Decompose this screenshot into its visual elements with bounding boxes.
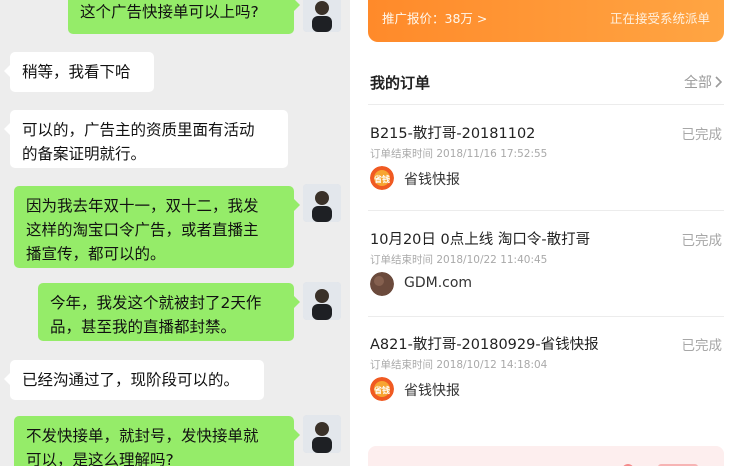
- divider-line: [368, 104, 724, 105]
- orders-header: 我的订单 全部: [368, 72, 724, 96]
- chat-panel: 这个广告快接单可以上吗? 稍等，我看下哈 可以的，广告主的资质里面有活动 的备案…: [0, 0, 350, 466]
- order-end-time: 订单结束时间 2018/10/22 11:40:45: [370, 254, 548, 266]
- message-bubble-incoming[interactable]: 可以的，广告主的资质里面有活动 的备案证明就行。: [4, 110, 288, 168]
- divider-line: [368, 316, 724, 317]
- logo-text: 省钱: [373, 385, 390, 395]
- promo-status-text: 正在接受系统派单: [609, 11, 710, 26]
- panel-divider: [350, 0, 368, 466]
- shengqian-logo-icon: 省钱: [370, 166, 394, 190]
- shop-name: 省钱快报: [404, 172, 460, 188]
- message-bubble-outgoing[interactable]: 不发快接单，就封号，发快接单就 可以，是这么理解吗?: [14, 416, 300, 466]
- orders-title: 我的订单: [370, 74, 431, 92]
- user-avatar[interactable]: [303, 0, 341, 32]
- message-bubble-incoming[interactable]: 稍等，我看下哈: [4, 52, 154, 92]
- message-bubble-outgoing[interactable]: 因为我去年双十一，双十二，我发 这样的淘宝口令广告，或者直播主 播宣传，都可以的…: [14, 186, 300, 268]
- orders-panel: 推广报价：38万 > 正在接受系统派单 我的订单 全部 B215-散打哥-201…: [368, 0, 750, 466]
- user-avatar[interactable]: [303, 282, 341, 320]
- order-status: 已完成: [681, 338, 723, 354]
- orders-all-link[interactable]: 全部: [684, 72, 722, 92]
- order-item[interactable]: 10月20日 0点上线 淘口令-散打哥 已完成 订单结束时间 2018/10/2…: [368, 228, 724, 328]
- promo-price-label[interactable]: 推广报价：38万 >: [382, 8, 487, 27]
- order-end-time: 订单结束时间 2018/10/12 14:18:04: [370, 359, 548, 371]
- order-name: B215-散打哥-20181102: [370, 126, 536, 142]
- order-name: 10月20日 0点上线 淘口令-散打哥: [370, 232, 591, 248]
- promo-card-bottom[interactable]: [368, 446, 724, 466]
- avatar-photo-icon: [303, 415, 341, 453]
- user-avatar[interactable]: [303, 415, 341, 453]
- order-item[interactable]: A821-散打哥-20180929-省钱快报 已完成 订单结束时间 2018/1…: [368, 333, 724, 433]
- user-avatar[interactable]: [303, 184, 341, 222]
- order-status: 已完成: [681, 127, 723, 143]
- logo-text: 省钱: [373, 174, 390, 184]
- order-item[interactable]: B215-散打哥-20181102 已完成 订单结束时间 2018/11/16 …: [368, 122, 724, 222]
- message-bubble-incoming[interactable]: 已经沟通过了，现阶段可以的。: [4, 360, 264, 400]
- avatar-photo-icon: [303, 0, 341, 32]
- order-name: A821-散打哥-20180929-省钱快报: [370, 337, 599, 353]
- shengqian-logo-icon: 省钱: [370, 377, 394, 401]
- shop-name: 省钱快报: [404, 383, 460, 399]
- message-bubble-outgoing[interactable]: 这个广告快接单可以上吗?: [68, 0, 300, 34]
- promo-banner[interactable]: 推广报价：38万 > 正在接受系统派单: [368, 0, 724, 42]
- decorative-graphic-icon: [623, 464, 698, 466]
- order-status: 已完成: [681, 233, 723, 249]
- avatar-photo-icon: [303, 184, 341, 222]
- orders-all-label: 全部: [684, 75, 712, 91]
- gdm-logo-icon: [370, 272, 394, 296]
- avatar-photo-icon: [303, 282, 341, 320]
- message-bubble-outgoing[interactable]: 今年，我发这个就被封了2天作 品，甚至我的直播都封禁。: [38, 283, 300, 341]
- order-end-time: 订单结束时间 2018/11/16 17:52:55: [370, 148, 548, 160]
- shop-name: GDM.com: [404, 275, 473, 291]
- chevron-right-icon: [715, 75, 722, 88]
- divider-line: [368, 210, 724, 211]
